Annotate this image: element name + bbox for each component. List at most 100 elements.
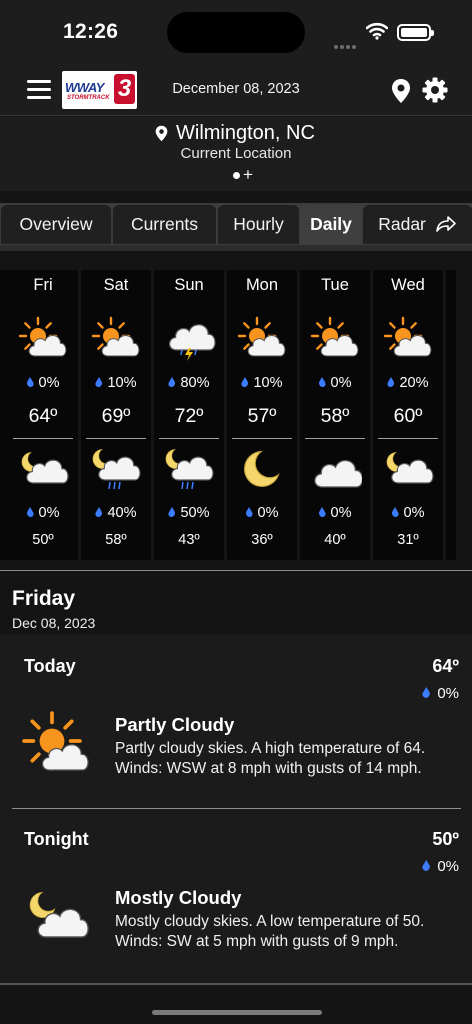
day-name: Tue: [321, 276, 349, 294]
partly-cloudy-day-icon: [381, 314, 435, 362]
night-rain-icon: [162, 445, 216, 493]
card-separator: [232, 438, 292, 439]
raindrop-icon: [241, 377, 249, 387]
tab-hourly[interactable]: Hourly: [218, 205, 299, 244]
logo-number: 3: [114, 74, 135, 104]
tonight-temp: 50º: [432, 829, 459, 849]
share-arrow-icon: [435, 208, 457, 247]
tab-currents[interactable]: Currents: [113, 205, 216, 244]
raindrop-icon: [318, 377, 326, 387]
night-precip-value: 0%: [330, 505, 352, 521]
location-pin-icon: [155, 125, 168, 147]
location-label: Current Location: [180, 145, 292, 162]
tab-radar-label: Radar: [378, 214, 426, 234]
location-city: Wilmington, NC: [176, 122, 315, 144]
menu-icon[interactable]: [27, 80, 51, 100]
card-separator: [378, 438, 438, 439]
detail-date: Dec 08, 2023: [12, 615, 96, 631]
dynamic-island: [167, 12, 305, 53]
partly-cloudy-day-icon: [22, 710, 94, 780]
thunderstorm-icon: [162, 314, 216, 362]
day-precip-value: 80%: [180, 375, 210, 391]
day-card-wed[interactable]: Wed 20% 60º 0% 31º: [373, 270, 443, 560]
low-temp: 50º: [32, 532, 54, 548]
day-precip: 80%: [154, 375, 224, 391]
card-separator: [159, 438, 219, 439]
night-rain-icon: [89, 445, 143, 493]
today-description: Partly cloudy skies. A high temperature …: [115, 740, 426, 777]
high-temp: 60º: [393, 405, 423, 427]
settings-gear-icon[interactable]: [422, 77, 448, 108]
status-bar: 12:26: [0, 0, 472, 62]
day-name: Sat: [103, 276, 129, 294]
high-temp: 69º: [101, 405, 131, 427]
location-pager[interactable]: +: [231, 165, 261, 185]
night-precip: 0%: [373, 505, 443, 521]
raindrop-icon: [245, 507, 253, 517]
low-temp: 58º: [105, 532, 127, 548]
high-temp: 58º: [320, 405, 350, 427]
wifi-icon: [365, 22, 389, 45]
day-name: Wed: [391, 276, 425, 294]
tab-daily[interactable]: Daily: [301, 205, 361, 244]
today-precip-value: 0%: [437, 685, 459, 702]
raindrop-icon: [422, 687, 431, 698]
partly-cloudy-day-icon: [16, 314, 70, 362]
night-precip-value: 50%: [180, 505, 210, 521]
day-precip-value: 0%: [330, 375, 352, 391]
card-separator: [86, 438, 146, 439]
night-precip: 0%: [227, 505, 297, 521]
header-date: December 08, 2023: [172, 81, 300, 97]
tonight-description: Mostly cloudy skies. A low temperature o…: [115, 913, 425, 950]
day-precip: 20%: [373, 375, 443, 391]
day-precip: 10%: [227, 375, 297, 391]
day-card-sun[interactable]: Sun 80% 72º 50% 43º: [154, 270, 224, 560]
cellular-signal-icon: [334, 36, 358, 54]
day-precip-value: 20%: [399, 375, 429, 391]
day-detail-panel: Friday Dec 08, 2023 Today 64º 0% Partly …: [0, 571, 472, 984]
partly-cloudy-day-icon: [235, 314, 289, 362]
detail-periods: Today 64º 0% Partly Cloudy Partly cloudy…: [0, 635, 472, 984]
tab-overview[interactable]: Overview: [1, 205, 111, 244]
night-precip-value: 0%: [38, 505, 60, 521]
scroll-edge-left: [0, 270, 10, 560]
status-time: 12:26: [63, 20, 119, 43]
high-temp: 72º: [174, 405, 204, 427]
station-logo[interactable]: WWAY STORMTRACK 3: [62, 71, 137, 109]
day-card-tue[interactable]: Tue 0% 58º 0% 40º: [300, 270, 370, 560]
location-pin-icon[interactable]: [391, 78, 411, 109]
day-precip: 0%: [8, 375, 78, 391]
add-location-plus-icon[interactable]: +: [243, 165, 253, 185]
day-card-mon[interactable]: Mon 10% 57º 0% 36º: [227, 270, 297, 560]
daily-forecast-strip[interactable]: Fri 0% 64º 0% 50º Sat 10% 69º 40% 58º Sun 80% 72º 50%…: [0, 270, 472, 560]
day-card-sat[interactable]: Sat 10% 69º 40% 58º: [81, 270, 151, 560]
day-card-fri[interactable]: Fri 0% 64º 0% 50º: [8, 270, 78, 560]
moon-icon: [235, 445, 289, 493]
tonight-condition: Mostly Cloudy: [115, 887, 242, 908]
partly-cloudy-night-icon: [16, 445, 70, 493]
location-selector[interactable]: Wilmington, NC Current Location +: [0, 117, 472, 191]
today-label: Today: [24, 656, 76, 676]
raindrop-icon: [26, 507, 34, 517]
today-temp: 64º: [432, 656, 459, 676]
period-separator: [12, 808, 461, 809]
night-precip-value: 0%: [403, 505, 425, 521]
low-temp: 40º: [324, 532, 346, 548]
logo-subtitle: STORMTRACK: [67, 95, 110, 101]
detail-day-name: Friday: [12, 587, 76, 610]
day-name: Sun: [174, 276, 204, 294]
day-precip-value: 0%: [38, 375, 60, 391]
day-precip: 10%: [81, 375, 151, 391]
day-precip: 0%: [300, 375, 370, 391]
partly-cloudy-day-icon: [89, 314, 143, 362]
raindrop-icon: [387, 377, 395, 387]
night-precip-value: 40%: [107, 505, 137, 521]
raindrop-icon: [318, 507, 326, 517]
day-precip-value: 10%: [253, 375, 283, 391]
night-precip: 40%: [81, 505, 151, 521]
tonight-precip: 0%: [422, 858, 459, 875]
tab-radar[interactable]: Radar: [363, 205, 472, 244]
raindrop-icon: [391, 507, 399, 517]
next-day-card-peek[interactable]: [446, 270, 456, 560]
tab-underline: [0, 245, 472, 251]
